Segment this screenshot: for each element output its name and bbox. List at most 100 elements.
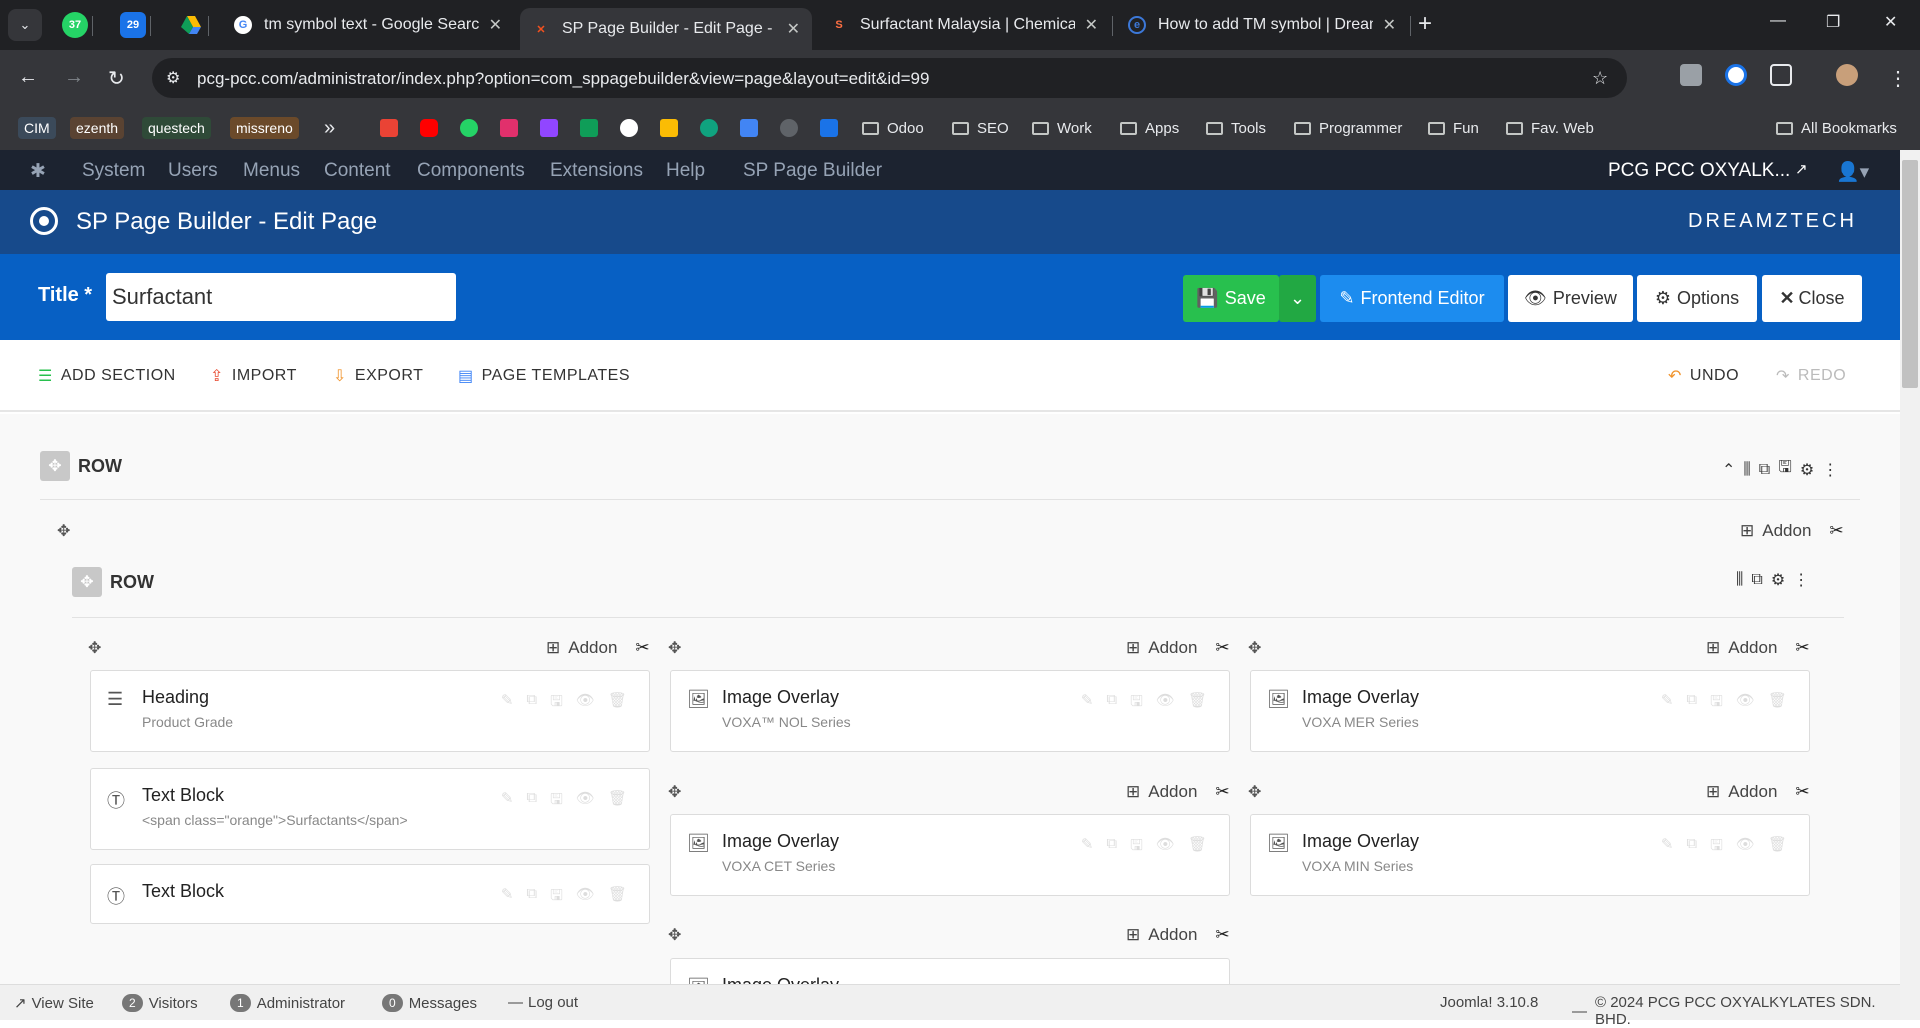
save-icon[interactable]: 🖫	[1130, 691, 1143, 716]
options-button[interactable]: ⚙ Options	[1637, 275, 1757, 322]
outer-row-header[interactable]: ✥ ROW	[40, 451, 122, 481]
reload-icon[interactable]: ↻	[108, 66, 125, 91]
page-templates-button[interactable]: ▤ PAGE TEMPLATES	[458, 366, 630, 386]
sheets-icon[interactable]	[580, 119, 598, 137]
camera-icon[interactable]	[1680, 64, 1702, 86]
outer-column-add-addon[interactable]: ⊞ Addon ✂	[1740, 521, 1844, 541]
redo-button[interactable]: ↷ REDO	[1776, 366, 1846, 386]
drive-icon[interactable]	[660, 119, 678, 137]
back-arrow-icon[interactable]: ←	[18, 66, 38, 89]
chatgpt-icon[interactable]	[700, 119, 718, 137]
duplicate-icon[interactable]: ⧉	[526, 691, 537, 716]
clock-icon[interactable]	[780, 119, 798, 137]
column-settings-icon[interactable]: ✂	[635, 638, 649, 658]
settings-gear-icon[interactable]: ⚙	[1800, 460, 1814, 480]
column-settings-icon[interactable]: ✂	[1829, 521, 1843, 541]
trash-icon[interactable]: 🗑	[1188, 691, 1207, 716]
edit-icon[interactable]: ✎	[1661, 835, 1674, 860]
duplicate-icon[interactable]: ⧉	[1759, 461, 1770, 479]
columns-icon[interactable]: ⫼	[1736, 571, 1743, 589]
collapse-chevron-up-icon[interactable]: ⌃	[1722, 460, 1735, 480]
tab-google-search[interactable]: G tm symbol text - Google Search ✕	[222, 8, 514, 42]
eye-icon[interactable]: 👁	[576, 789, 595, 814]
trash-icon[interactable]: 🗑	[1768, 691, 1787, 716]
window-close-icon[interactable]: ✕	[1884, 12, 1897, 32]
save-options-dropdown[interactable]: ⌄	[1279, 275, 1316, 322]
close-tab-icon[interactable]: ✕	[787, 19, 800, 39]
tab-search-button[interactable]: ⌄	[8, 9, 42, 41]
messages-count[interactable]: 0 Messages	[382, 994, 477, 1012]
duplicate-icon[interactable]: ⧉	[1751, 571, 1762, 589]
restore-icon[interactable]: ❐	[1826, 12, 1840, 32]
add-section-button[interactable]: ☰ ADD SECTION	[38, 366, 176, 386]
password-manager-icon[interactable]	[1725, 64, 1747, 86]
column-settings-icon[interactable]: ✂	[1215, 638, 1229, 658]
youtube-icon[interactable]	[420, 119, 438, 137]
site-name-link[interactable]: PCG PCC OXYALK...	[1608, 160, 1790, 182]
forward-arrow-icon[interactable]: →	[64, 66, 84, 89]
row-drag-handle-icon[interactable]: ✥	[40, 451, 70, 481]
addon-card-image-overlay[interactable]: 🖼 Image Overlay	[670, 958, 1230, 984]
eye-icon[interactable]: 👁	[576, 885, 595, 910]
column-settings-icon[interactable]: ✂	[1215, 925, 1229, 945]
bookmark-folder-odoo[interactable]: Odoo	[862, 116, 924, 140]
addon-card-heading[interactable]: ☰ Heading Product Grade ✎ ⧉ 🖫 👁 🗑	[90, 670, 650, 752]
eye-icon[interactable]: 👁	[1736, 835, 1755, 860]
twitch-icon[interactable]	[540, 119, 558, 137]
column-move-icon[interactable]: ✥	[668, 638, 681, 658]
duplicate-icon[interactable]: ⧉	[1686, 835, 1697, 860]
google-icon[interactable]	[620, 119, 638, 137]
trash-icon[interactable]: 🗑	[608, 691, 627, 716]
title-input[interactable]	[106, 273, 456, 321]
close-tab-icon[interactable]: ✕	[489, 15, 502, 35]
bookmark-folder-apps[interactable]: Apps	[1120, 116, 1179, 140]
trash-icon[interactable]: 🗑	[1768, 835, 1787, 860]
column-settings-icon[interactable]: ✂	[1795, 782, 1809, 802]
column-3-add-addon[interactable]: ⊞ Addon ✂	[1706, 638, 1810, 658]
bookmark-questech[interactable]: questech	[142, 116, 211, 140]
column-2-add-addon[interactable]: ⊞ Addon ✂	[1126, 638, 1230, 658]
close-tab-icon[interactable]: ✕	[1383, 15, 1396, 35]
tab-how-to-add-tm[interactable]: e How to add TM symbol | Dream ✕	[1116, 8, 1408, 42]
whatsapp-icon[interactable]	[460, 119, 478, 137]
joomla-logo-icon[interactable]: ✱	[30, 160, 46, 183]
save-icon[interactable]: 🖫	[550, 789, 563, 814]
import-button[interactable]: ⇪ IMPORT	[210, 366, 297, 386]
undo-button[interactable]: ↶ UNDO	[1668, 366, 1739, 386]
save-icon[interactable]: 🖫	[550, 691, 563, 716]
column-settings-icon[interactable]: ✂	[1215, 782, 1229, 802]
addon-card-image-overlay[interactable]: 🖼 Image Overlay VOXA MER Series ✎ ⧉ 🖫 👁 🗑	[1250, 670, 1810, 752]
eye-icon[interactable]: 👁	[1156, 691, 1175, 716]
save-button[interactable]: 💾 Save	[1183, 275, 1279, 322]
settings-gear-icon[interactable]: ⚙	[1771, 570, 1785, 590]
inner-row-header[interactable]: ✥ ROW	[72, 567, 154, 597]
menu-sp-page-builder[interactable]: SP Page Builder	[743, 160, 882, 182]
tab-sp-page-builder[interactable]: ✕ SP Page Builder - Edit Page - PC ✕	[520, 8, 812, 50]
preview-button[interactable]: 👁 Preview	[1508, 275, 1633, 322]
bookmark-ezenth[interactable]: ezenth	[70, 116, 125, 140]
column-2c-add-addon[interactable]: ⊞ Addon ✂	[1126, 925, 1230, 945]
menu-users[interactable]: Users	[168, 160, 218, 182]
addon-card-text-block[interactable]: Ⓣ Text Block <span class="orange">Surfac…	[90, 768, 650, 850]
view-site-link[interactable]: ↗ View Site	[14, 994, 94, 1013]
tab-surfactant-malaysia[interactable]: S Surfactant Malaysia | Chemical I ✕	[818, 8, 1110, 42]
extensions-puzzle-icon[interactable]	[1770, 64, 1792, 86]
export-button[interactable]: ⇩ EXPORT	[333, 366, 423, 386]
column-move-icon[interactable]: ✥	[57, 521, 70, 541]
column-2b-add-addon[interactable]: ⊞ Addon ✂	[1126, 782, 1230, 802]
save-icon[interactable]: 🖫	[1710, 691, 1723, 716]
addon-card-image-overlay[interactable]: 🖼 Image Overlay VOXA CET Series ✎ ⧉ 🖫 👁 🗑	[670, 814, 1230, 896]
menu-menus[interactable]: Menus	[243, 160, 300, 182]
profile-avatar[interactable]	[1836, 64, 1858, 86]
administrator-count[interactable]: 1 Administrator	[230, 994, 345, 1012]
menu-system[interactable]: System	[82, 160, 145, 182]
more-options-icon[interactable]: ⋮	[1822, 460, 1838, 480]
trash-icon[interactable]: 🗑	[608, 789, 627, 814]
frontend-editor-button[interactable]: ✎ Frontend Editor	[1320, 275, 1504, 322]
site-info-icon[interactable]: ⚙	[166, 68, 180, 88]
page-scrollbar[interactable]	[1900, 150, 1920, 1020]
duplicate-icon[interactable]: ⧉	[1106, 835, 1117, 860]
save-icon[interactable]: 🖫	[1710, 835, 1723, 860]
duplicate-icon[interactable]: ⧉	[526, 789, 537, 814]
edit-icon[interactable]: ✎	[501, 885, 514, 910]
